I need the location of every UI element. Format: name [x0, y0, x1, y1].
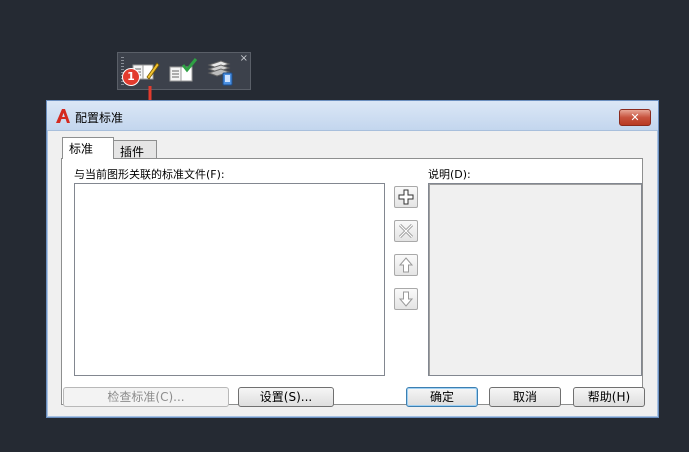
check-standards-icon[interactable] [168, 57, 198, 87]
layer-translator-icon[interactable] [206, 57, 236, 87]
move-up-button[interactable] [394, 254, 418, 276]
arrow-up-icon [398, 257, 414, 273]
cancel-button[interactable]: 取消 [489, 387, 561, 407]
remove-standards-file-button[interactable] [394, 220, 418, 242]
autocad-logo-icon [56, 109, 70, 123]
close-icon: ✕ [630, 111, 640, 124]
add-standards-file-button[interactable] [394, 186, 418, 208]
move-down-button[interactable] [394, 288, 418, 310]
description-label: 说明(D): [428, 168, 471, 181]
help-button[interactable]: 帮助(H) [573, 387, 645, 407]
close-button[interactable]: ✕ [619, 109, 651, 126]
dialog-title: 配置标准 [75, 111, 124, 125]
description-box [428, 183, 642, 376]
step-badge: 1 [122, 68, 140, 86]
arrow-down-icon [398, 291, 414, 307]
standards-tab-panel: 与当前图形关联的标准文件(F): 说明(D): [61, 158, 643, 405]
toolbar-close-icon[interactable]: × [240, 53, 248, 65]
standards-files-list[interactable] [74, 183, 385, 376]
plus-icon [398, 189, 414, 205]
check-standards-button[interactable]: 检查标准(C)... [63, 387, 229, 407]
standards-files-label: 与当前图形关联的标准文件(F): [74, 168, 225, 181]
delete-x-icon [398, 223, 414, 239]
settings-button[interactable]: 设置(S)... [238, 387, 334, 407]
tab-plugins[interactable]: 插件 [113, 140, 157, 160]
tab-standards[interactable]: 标准 [62, 137, 114, 159]
dialog-titlebar[interactable]: 配置标准 ✕ [47, 101, 658, 131]
configure-standards-dialog: 配置标准 ✕ 标准 插件 与当前图形关联的标准文件(F): 说明(D): 检查标… [46, 100, 659, 418]
ok-button[interactable]: 确定 [406, 387, 478, 407]
